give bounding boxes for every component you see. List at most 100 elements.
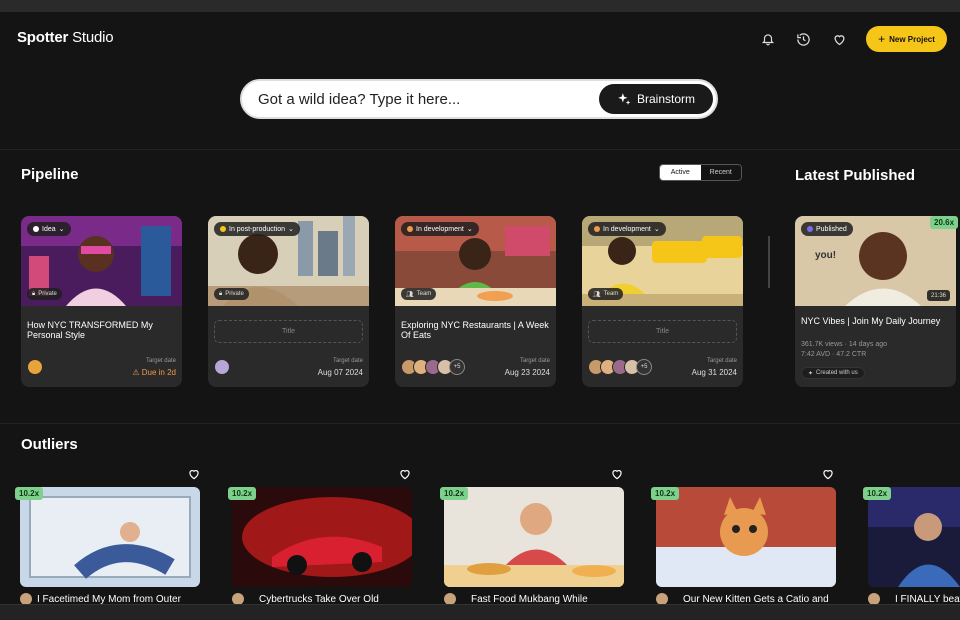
visibility-badge: 🔒︎ Private [27, 288, 62, 300]
outliers-title: Outliers [21, 436, 78, 453]
bell-icon[interactable] [758, 29, 778, 49]
card-title[interactable]: How NYC TRANSFORMED My Personal Style [27, 320, 177, 340]
team-icon: 👥︎ [406, 291, 414, 298]
svg-text:you!: you! [815, 250, 836, 261]
more-avatars[interactable]: +5 [449, 359, 465, 375]
target-date-value: Aug 07 2024 [317, 368, 363, 377]
lock-icon: 🔒︎ [32, 290, 36, 297]
outlier-score-badge: 10.2x [863, 487, 892, 500]
outlier-score-badge: 10.2x [440, 487, 469, 500]
published-card[interactable]: you! Published 21:36 NYC Vibes | Join My… [795, 216, 956, 387]
title-placeholder[interactable]: Title [588, 320, 737, 343]
target-date-label: Target date [145, 358, 176, 364]
new-project-button[interactable]: + New Project [866, 26, 947, 52]
target-date-value: Aug 31 2024 [691, 368, 737, 377]
outlier-thumbnail[interactable] [868, 487, 960, 587]
published-stats-2: 7:42 AVD · 47.2 CTR [801, 351, 867, 358]
app-logo[interactable]: Spotter Studio [17, 29, 114, 46]
title-placeholder[interactable]: Title [214, 320, 363, 343]
outlier-thumbnail[interactable] [232, 487, 412, 587]
target-date-label: Target date [519, 358, 550, 364]
brainstorm-label: Brainstorm [636, 92, 695, 106]
status-dot [33, 226, 39, 232]
ctr: 47.2 CTR [836, 351, 867, 358]
brainstorm-button[interactable]: Brainstorm [599, 84, 713, 114]
pipeline-title: Pipeline [21, 166, 79, 183]
window-top-strip [0, 0, 960, 12]
more-avatars[interactable]: +5 [636, 359, 652, 375]
status-label: In post-production [229, 225, 286, 233]
video-duration: 21:36 [926, 290, 950, 301]
outlier-thumbnail[interactable] [656, 487, 836, 587]
visibility-badge: 🔒︎ Private [214, 288, 249, 300]
visibility-label: Team [603, 291, 619, 297]
heart-icon[interactable] [187, 467, 201, 481]
idea-search-input[interactable]: Got a wild idea? Type it here... [258, 91, 460, 108]
heart-icon[interactable] [821, 467, 835, 481]
target-date-value: Aug 23 2024 [504, 368, 550, 377]
heart-icon[interactable] [610, 467, 624, 481]
age: 14 days ago [848, 341, 888, 348]
status-dot [594, 226, 600, 232]
avd: 7:42 AVD [801, 351, 831, 358]
status-pill[interactable]: Idea ⌄ [27, 222, 71, 236]
sparkle-icon: ✦ [808, 370, 814, 377]
chevron-down-icon: ⌄ [58, 226, 65, 233]
published-stats-1: 361.7K views · 14 days ago [801, 341, 888, 348]
collaborators: +5 [401, 359, 465, 375]
status-label: In development [416, 225, 464, 233]
toggle-recent[interactable]: Recent [700, 165, 741, 180]
collaborators [214, 359, 230, 375]
status-pill[interactable]: In development ⌄ [588, 222, 666, 236]
status-pill: Published [801, 222, 853, 236]
status-label: Published [816, 225, 847, 233]
lock-icon: 🔒︎ [219, 290, 223, 297]
plus-icon: + [878, 32, 886, 46]
status-label: In development [603, 225, 651, 233]
warning-icon: ⚠︎ [132, 368, 142, 377]
collaborators [27, 359, 43, 375]
visibility-badge: 👥︎ Team [588, 288, 624, 300]
avatar [214, 359, 230, 375]
outlier-thumbnail[interactable] [444, 487, 624, 587]
status-pill[interactable]: In post-production ⌄ [214, 222, 300, 236]
created-with-badge: ✦ Created with us [801, 367, 865, 379]
avatar [27, 359, 43, 375]
status-pill[interactable]: In development ⌄ [401, 222, 479, 236]
outlier-score-badge: 10.2x [228, 487, 257, 500]
idea-search-bar[interactable]: Got a wild idea? Type it here... Brainst… [240, 79, 718, 119]
outlier-score-badge: 10.2x [15, 487, 44, 500]
pipeline-card[interactable]: Idea ⌄ 🔒︎ Private How NYC TRANSFORMED My P… [21, 216, 182, 387]
visibility-label: Private [225, 291, 244, 297]
pipeline-card[interactable]: In post-production ⌄ 🔒︎ Private Title Targ… [208, 216, 369, 387]
pipeline-card[interactable]: In development ⌄ 👥︎ Team Title +5 Target d… [582, 216, 743, 387]
team-icon: 👥︎ [593, 291, 601, 298]
section-divider [0, 423, 960, 424]
status-dot [807, 226, 813, 232]
pipeline-toggle[interactable]: Active Recent [659, 164, 742, 181]
status-label: Idea [42, 225, 56, 233]
views: 361.7K views [801, 341, 843, 348]
outlier-score-badge: 10.2x [651, 487, 680, 500]
latest-published-title: Latest Published [795, 167, 916, 184]
section-separator [768, 236, 770, 288]
created-with-label: Created with us [816, 370, 858, 376]
outlier-thumbnail[interactable] [20, 487, 200, 587]
history-icon[interactable] [793, 29, 813, 49]
chevron-down-icon: ⌄ [653, 226, 660, 233]
new-project-label: New Project [889, 34, 935, 44]
pipeline-card[interactable]: In development ⌄ 👥︎ Team Exploring NYC Res… [395, 216, 556, 387]
chevron-down-icon: ⌄ [466, 226, 473, 233]
heart-icon[interactable] [398, 467, 412, 481]
sparkle-icon [618, 93, 631, 105]
status-dot [407, 226, 413, 232]
window-bottom-strip [0, 604, 960, 620]
toggle-active[interactable]: Active [660, 165, 701, 180]
card-title[interactable]: Exploring NYC Restaurants | A Week Of Ea… [401, 320, 551, 340]
published-title[interactable]: NYC Vibes | Join My Daily Journey [801, 316, 951, 326]
target-date-text: Due in 2d [141, 368, 176, 377]
heart-icon[interactable] [829, 29, 849, 49]
visibility-badge: 👥︎ Team [401, 288, 437, 300]
status-dot [220, 226, 226, 232]
target-date-label: Target date [332, 358, 363, 364]
